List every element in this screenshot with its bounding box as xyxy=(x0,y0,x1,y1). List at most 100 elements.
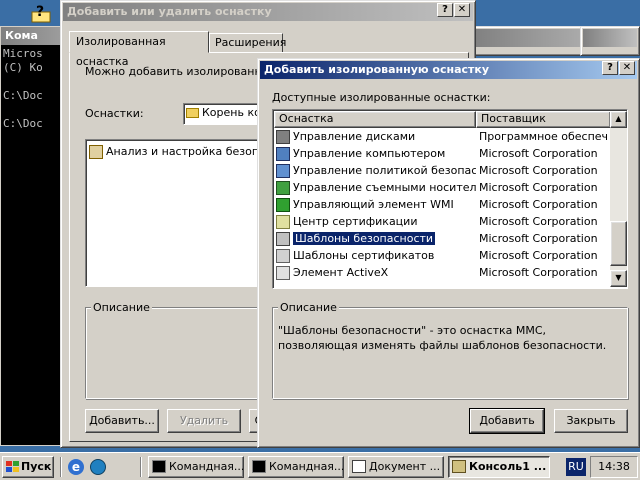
standalone-add-button[interactable]: Добавить xyxy=(469,408,545,434)
row-snapin: Шаблоны безопасности xyxy=(276,230,476,247)
console-line-4: C:\Doc xyxy=(3,117,43,130)
mmc-bg2-titlebar[interactable] xyxy=(583,29,637,47)
mmc-background-window-2 xyxy=(580,26,640,56)
svg-text:?: ? xyxy=(36,4,44,20)
tab-extensions-label: Расширения xyxy=(215,36,287,49)
add-remove-help-button[interactable]: ? xyxy=(437,3,453,17)
col-header-snapin-label: Оснастка xyxy=(279,112,334,125)
row-snapin-name: Центр сертификации xyxy=(293,215,418,228)
snapins-combo-value: Корень ко xyxy=(202,106,261,119)
table-row[interactable]: Управление компьютером Microsoft Corpora… xyxy=(276,145,610,162)
console-line-1: Micros xyxy=(3,47,43,60)
add-remove-titlebar[interactable]: Добавить или удалить оснастку xyxy=(63,3,473,21)
folder-icon xyxy=(186,108,199,118)
row-snapin: Элемент ActiveX xyxy=(276,264,476,281)
table-row[interactable]: Центр сертификации Microsoft Corporation xyxy=(276,213,610,230)
security-templates-icon xyxy=(276,232,290,246)
desktop-quicklaunch-icon[interactable] xyxy=(90,459,106,475)
description-label: Описание xyxy=(91,301,152,314)
taskbar-button-cmd-1[interactable]: Командная... xyxy=(148,456,244,478)
activex-control-icon xyxy=(276,266,290,280)
row-vendor: Microsoft Corporation xyxy=(479,215,598,228)
windows-logo-icon xyxy=(6,461,19,472)
removable-storage-icon xyxy=(276,181,290,195)
table-row[interactable]: Управление съемными носителями Microsoft… xyxy=(276,179,610,196)
row-snapin-name: Управление съемными носителями xyxy=(293,181,476,194)
console-titlebar[interactable]: Кома xyxy=(1,27,69,45)
wmi-control-icon xyxy=(276,198,290,212)
row-snapin: Управление политикой безопас... xyxy=(276,162,476,179)
remove-snapin-button[interactable]: Удалить xyxy=(167,409,241,433)
row-snapin-name: Управление компьютером xyxy=(293,147,446,160)
console-text: Micros (C) Ko C:\Doc C:\Doc xyxy=(1,45,69,133)
scroll-down-button[interactable]: ▼ xyxy=(610,270,627,287)
table-row[interactable]: Шаблоны сертификатов Microsoft Corporati… xyxy=(276,247,610,264)
language-label: RU xyxy=(568,460,584,473)
row-snapin: Управляющий элемент WMI xyxy=(276,196,476,213)
row-snapin: Управление дисками xyxy=(276,128,476,145)
row-snapin-name: Шаблоны безопасности xyxy=(291,231,437,246)
console-line-3: C:\Doc xyxy=(3,89,43,102)
snapins-combo[interactable]: Корень ко xyxy=(183,103,263,125)
tab-extensions[interactable]: Расширения xyxy=(209,33,287,53)
add-remove-title: Добавить или удалить оснастку xyxy=(67,5,272,18)
ie-quicklaunch-icon[interactable]: e xyxy=(68,459,84,475)
snapins-list[interactable]: Анализ и настройка безопасн xyxy=(85,139,279,287)
add-snapin-button[interactable]: Добавить... xyxy=(85,409,159,433)
row-snapin: Шаблоны сертификатов xyxy=(276,247,476,264)
cmd-icon xyxy=(252,460,266,473)
table-row[interactable]: Управление дисками Программное обеспеч..… xyxy=(276,128,610,145)
description-group xyxy=(85,307,265,399)
taskbar: Пуск e Командная... Командная... Докумен… xyxy=(0,452,640,480)
table-row[interactable]: Элемент ActiveX Microsoft Corporation xyxy=(276,264,610,281)
standalone-titlebar[interactable]: Добавить изолированную оснастку xyxy=(260,61,637,79)
col-header-snapin[interactable]: Оснастка xyxy=(274,111,476,128)
desktop-help-icon[interactable]: ? xyxy=(30,2,52,24)
start-button[interactable]: Пуск xyxy=(2,456,54,478)
row-snapin-name: Управляющий элемент WMI xyxy=(293,198,454,211)
snapins-label: Оснастки: xyxy=(85,107,144,120)
row-vendor: Microsoft Corporation xyxy=(479,147,598,160)
col-header-vendor[interactable]: Поставщик xyxy=(476,111,611,128)
scroll-thumb[interactable] xyxy=(610,221,627,266)
standalone-description-label: Описание xyxy=(278,301,339,314)
taskbar-button-console-active[interactable]: Консоль1 ... xyxy=(448,456,550,478)
row-snapin-name: Управление политикой безопас... xyxy=(293,164,476,177)
console-title: Кома xyxy=(5,29,38,42)
system-tray: 14:38 xyxy=(590,456,638,478)
standalone-help-button[interactable]: ? xyxy=(602,61,618,75)
row-vendor: Microsoft Corporation xyxy=(479,181,598,194)
help-icon-svg: ? xyxy=(31,4,51,23)
available-label: Доступные изолированные оснастки: xyxy=(272,91,491,104)
available-snapins-list[interactable]: Оснастка Поставщик Управление дисками Пр… xyxy=(272,109,628,289)
taskbar-button-label: Документ ... xyxy=(369,460,441,473)
scroll-up-button[interactable]: ▲ xyxy=(610,111,627,128)
taskbar-button-label: Консоль1 ... xyxy=(469,460,547,473)
taskbar-button-document[interactable]: Документ ... xyxy=(348,456,444,478)
taskbar-button-label: Командная... xyxy=(169,460,244,473)
mmc-console-icon xyxy=(452,460,466,473)
row-snapin-name: Шаблоны сертификатов xyxy=(293,249,435,262)
table-row[interactable]: Управляющий элемент WMI Microsoft Corpor… xyxy=(276,196,610,213)
standalone-close-dialog-button[interactable]: Закрыть xyxy=(554,409,628,433)
table-row-selected[interactable]: Шаблоны безопасности Microsoft Corporati… xyxy=(276,230,610,247)
computer-management-icon xyxy=(276,147,290,161)
tab-standalone[interactable]: Изолированная оснастка xyxy=(69,31,209,68)
language-indicator[interactable]: RU xyxy=(566,458,586,476)
row-snapin: Управление компьютером xyxy=(276,145,476,162)
standalone-close-button[interactable]: ✕ xyxy=(619,61,635,75)
row-vendor: Microsoft Corporation xyxy=(479,198,598,211)
row-vendor: Microsoft Corporation xyxy=(479,164,598,177)
security-analysis-icon xyxy=(89,145,103,159)
cmd-icon xyxy=(152,460,166,473)
taskbar-button-cmd-2[interactable]: Командная... xyxy=(248,456,344,478)
clock[interactable]: 14:38 xyxy=(598,460,630,473)
add-remove-close-button[interactable]: ✕ xyxy=(454,3,470,17)
list-item[interactable]: Анализ и настройка безопасн xyxy=(89,143,279,160)
standalone-description-group xyxy=(272,307,628,399)
list-rows: Управление дисками Программное обеспеч..… xyxy=(276,128,610,288)
list-vertical-scrollbar[interactable]: ▲ ▼ xyxy=(610,111,627,287)
table-row[interactable]: Управление политикой безопас... Microsof… xyxy=(276,162,610,179)
certification-authority-icon xyxy=(276,215,290,229)
standalone-title: Добавить изолированную оснастку xyxy=(264,63,490,76)
